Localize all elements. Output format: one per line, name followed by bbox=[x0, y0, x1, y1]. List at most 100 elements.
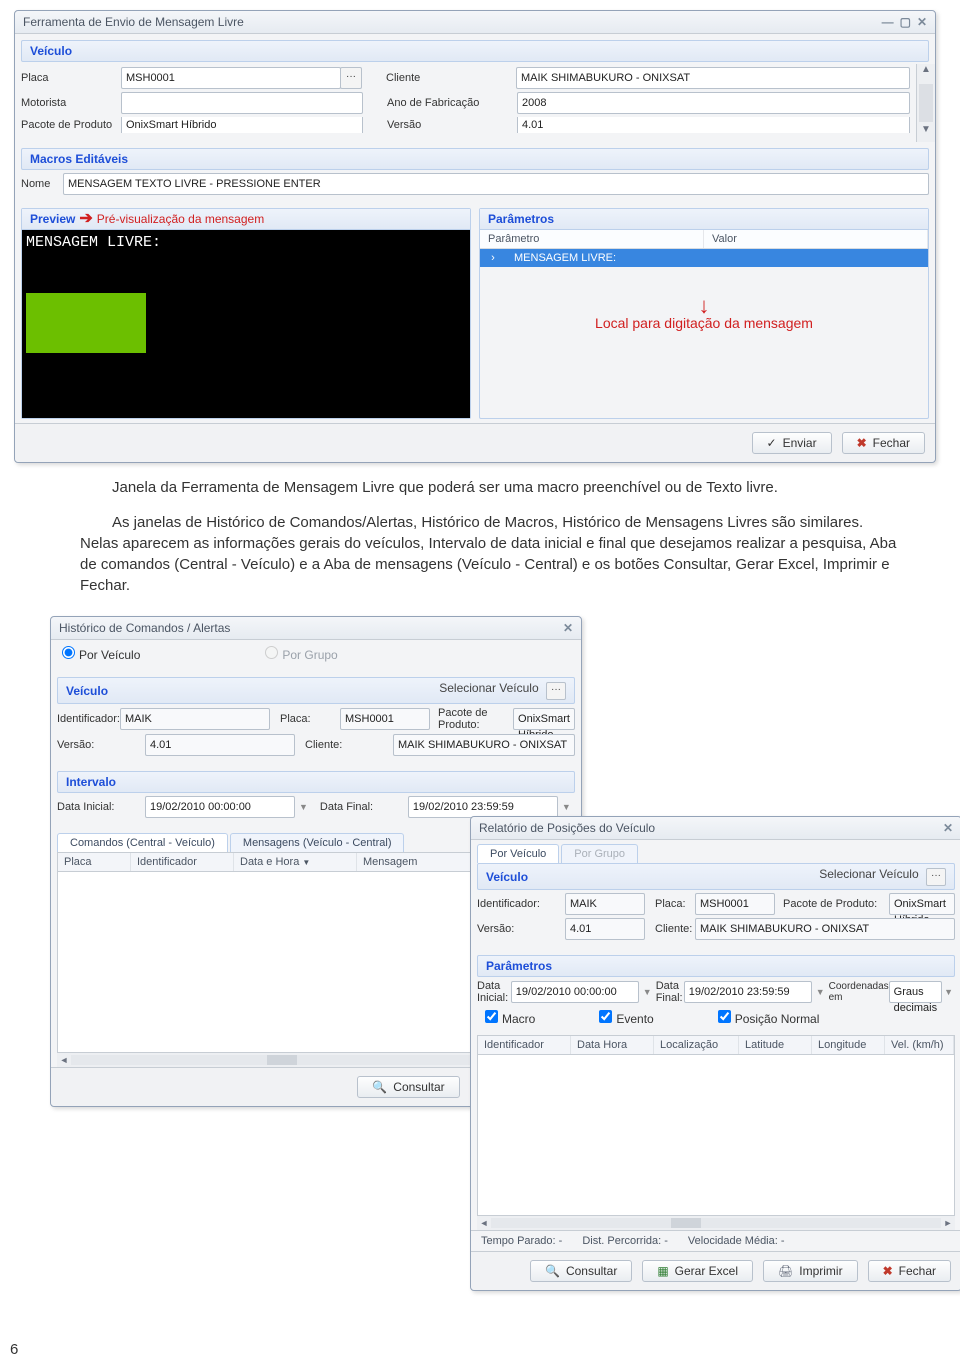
data-final-input[interactable]: 19/02/2010 23:59:59 bbox=[684, 981, 812, 1003]
enviar-button[interactable]: ✓ Enviar bbox=[752, 432, 832, 454]
selecionar-veiculo-link[interactable]: Selecionar Veículo bbox=[439, 681, 538, 695]
fechar-button[interactable]: ✖ Fechar bbox=[842, 432, 925, 454]
tab-por-veiculo[interactable]: Por Veículo bbox=[477, 844, 559, 863]
pacote-input[interactable]: OnixSmart Híbrido bbox=[121, 117, 363, 133]
window-title: Histórico de Comandos / Alertas bbox=[59, 621, 230, 635]
chevron-down-icon[interactable]: ▼ bbox=[299, 802, 308, 812]
selecionar-veiculo-button[interactable]: ··· bbox=[546, 682, 566, 700]
chk-posicao[interactable]: Posição Normal bbox=[714, 1007, 820, 1026]
preview-pane: Preview ➔ Pré-visualização da mensagem M… bbox=[21, 208, 471, 419]
pacote-value: OnixSmart Híbrido bbox=[889, 893, 955, 915]
pacote-label: Pacote de Produto: bbox=[438, 707, 513, 731]
close-icon[interactable]: ✕ bbox=[917, 15, 927, 29]
chevron-down-icon[interactable]: ▼ bbox=[944, 987, 953, 997]
preview-tab[interactable]: Preview bbox=[30, 212, 75, 226]
param-col-valor: Valor bbox=[704, 230, 928, 248]
ferramenta-envio-window: Ferramenta de Envio de Mensagem Livre — … bbox=[14, 10, 936, 463]
excel-icon: ▦ bbox=[657, 1264, 668, 1278]
col-datahora[interactable]: Data Hora bbox=[571, 1036, 654, 1054]
imprimir-button[interactable]: 🖨 Imprimir bbox=[763, 1260, 858, 1282]
cliente-label: Cliente bbox=[386, 72, 516, 84]
preview-annotation: Pré-visualização da mensagem bbox=[97, 212, 264, 226]
status-velocidade-media: Velocidade Média: - bbox=[688, 1235, 785, 1247]
minimize-icon[interactable]: — bbox=[882, 15, 894, 29]
placa-browse-button[interactable]: ··· bbox=[340, 67, 362, 89]
group-veiculo: Veículo bbox=[66, 684, 108, 698]
data-inicial-input[interactable]: 19/02/2010 00:00:00 bbox=[145, 796, 295, 818]
tab-por-grupo[interactable]: Por Grupo bbox=[561, 844, 638, 863]
close-circle-icon: ✖ bbox=[883, 1264, 893, 1278]
coordenadas-select[interactable]: Graus decimais bbox=[889, 981, 942, 1003]
placa-value: MSH0001 bbox=[340, 708, 430, 730]
col-identificador[interactable]: Identificador bbox=[131, 853, 234, 871]
param-value-cell[interactable] bbox=[717, 249, 928, 267]
col-longitude[interactable]: Longitude bbox=[812, 1036, 885, 1054]
close-icon[interactable]: ✕ bbox=[563, 621, 573, 635]
cliente-label: Cliente: bbox=[655, 923, 695, 935]
param-name-cell: MENSAGEM LIVRE: bbox=[506, 249, 717, 267]
col-localizacao[interactable]: Localização bbox=[654, 1036, 739, 1054]
gerar-excel-button[interactable]: ▦ Gerar Excel bbox=[642, 1260, 753, 1282]
print-icon: 🖨 bbox=[778, 1264, 793, 1278]
placa-label: Placa: bbox=[280, 713, 340, 725]
chevron-down-icon[interactable]: ▼ bbox=[643, 987, 652, 997]
tab-mensagens[interactable]: Mensagens (Veículo - Central) bbox=[230, 833, 405, 852]
selecionar-veiculo-button[interactable]: ··· bbox=[926, 868, 946, 886]
col-velocidade[interactable]: Vel. (km/h) bbox=[885, 1036, 954, 1054]
vertical-scrollbar[interactable]: ▲ ▼ bbox=[916, 64, 935, 142]
col-identificador[interactable]: Identificador bbox=[478, 1036, 571, 1054]
param-col-parametro: Parâmetro bbox=[480, 230, 704, 248]
window-title: Ferramenta de Envio de Mensagem Livre bbox=[23, 15, 244, 29]
cliente-value: MAIK SHIMABUKURO - ONIXSAT bbox=[695, 918, 955, 940]
col-latitude[interactable]: Latitude bbox=[739, 1036, 812, 1054]
scroll-down-icon[interactable]: ▼ bbox=[917, 124, 935, 142]
cliente-label: Cliente: bbox=[305, 739, 393, 751]
chevron-down-icon[interactable]: ▼ bbox=[562, 802, 571, 812]
group-intervalo: Intervalo bbox=[57, 771, 575, 793]
ano-label: Ano de Fabricação bbox=[387, 97, 517, 109]
preview-text: MENSAGEM LIVRE: bbox=[26, 234, 466, 251]
horizontal-scrollbar[interactable]: ◄► bbox=[477, 1216, 955, 1230]
data-final-label: Data Final: bbox=[320, 801, 408, 813]
consultar-button[interactable]: 🔍 Consultar bbox=[530, 1260, 632, 1282]
versao-label: Versão: bbox=[477, 923, 565, 935]
ano-input[interactable]: 2008 bbox=[517, 92, 910, 114]
versao-value: 4.01 bbox=[145, 734, 295, 756]
cliente-value: MAIK SHIMABUKURO - ONIXSAT bbox=[393, 734, 575, 756]
fechar-button[interactable]: ✖ Fechar bbox=[868, 1260, 951, 1282]
param-row-selected[interactable]: › MENSAGEM LIVRE: bbox=[480, 249, 928, 267]
pacote-label: Pacote de Produto bbox=[21, 119, 121, 131]
titlebar-rel: Relatório de Posições do Veículo ✕ bbox=[471, 817, 960, 840]
scroll-up-icon[interactable]: ▲ bbox=[917, 64, 935, 82]
caption-1: Janela da Ferramenta de Mensagem Livre q… bbox=[80, 477, 900, 498]
col-data[interactable]: Data e Hora ▼ bbox=[234, 853, 357, 871]
versao-input[interactable]: 4.01 bbox=[517, 117, 910, 133]
motorista-input[interactable] bbox=[121, 92, 363, 114]
window-title: Relatório de Posições do Veículo bbox=[479, 821, 655, 835]
pacote-value: OnixSmart Híbrido bbox=[513, 708, 575, 730]
nome-input[interactable]: MENSAGEM TEXTO LIVRE - PRESSIONE ENTER bbox=[63, 173, 929, 195]
chk-macro[interactable]: Macro bbox=[481, 1007, 535, 1026]
radio-por-veiculo[interactable]: Por Veículo bbox=[57, 643, 140, 662]
tab-comandos[interactable]: Comandos (Central - Veículo) bbox=[57, 833, 228, 852]
identificador-label: Identificador: bbox=[57, 713, 120, 725]
grid-header: Identificador Data Hora Localização Lati… bbox=[477, 1035, 955, 1055]
maximize-icon[interactable]: ▢ bbox=[900, 15, 911, 29]
chk-evento[interactable]: Evento bbox=[595, 1007, 653, 1026]
data-final-input[interactable]: 19/02/2010 23:59:59 bbox=[408, 796, 558, 818]
row-indicator-icon: › bbox=[480, 249, 506, 267]
data-inicial-input[interactable]: 19/02/2010 00:00:00 bbox=[511, 981, 639, 1003]
identificador-value: MAIK bbox=[565, 893, 645, 915]
placa-input[interactable]: MSH0001 bbox=[121, 67, 341, 89]
parametros-tab[interactable]: Parâmetros bbox=[480, 209, 928, 230]
group-macros: Macros Editáveis bbox=[21, 148, 929, 170]
radio-por-grupo[interactable]: Por Grupo bbox=[260, 643, 337, 662]
cliente-input[interactable]: MAIK SHIMABUKURO - ONIXSAT bbox=[516, 67, 910, 89]
col-placa[interactable]: Placa bbox=[58, 853, 131, 871]
selecionar-veiculo-link[interactable]: Selecionar Veículo bbox=[819, 867, 918, 881]
consultar-button[interactable]: 🔍 Consultar bbox=[357, 1076, 459, 1098]
chevron-down-icon[interactable]: ▼ bbox=[816, 987, 825, 997]
data-inicial-label: Data Inicial: bbox=[477, 980, 511, 1004]
status-dist-percorrida: Dist. Percorrida: - bbox=[582, 1235, 668, 1247]
close-icon[interactable]: ✕ bbox=[943, 821, 953, 835]
